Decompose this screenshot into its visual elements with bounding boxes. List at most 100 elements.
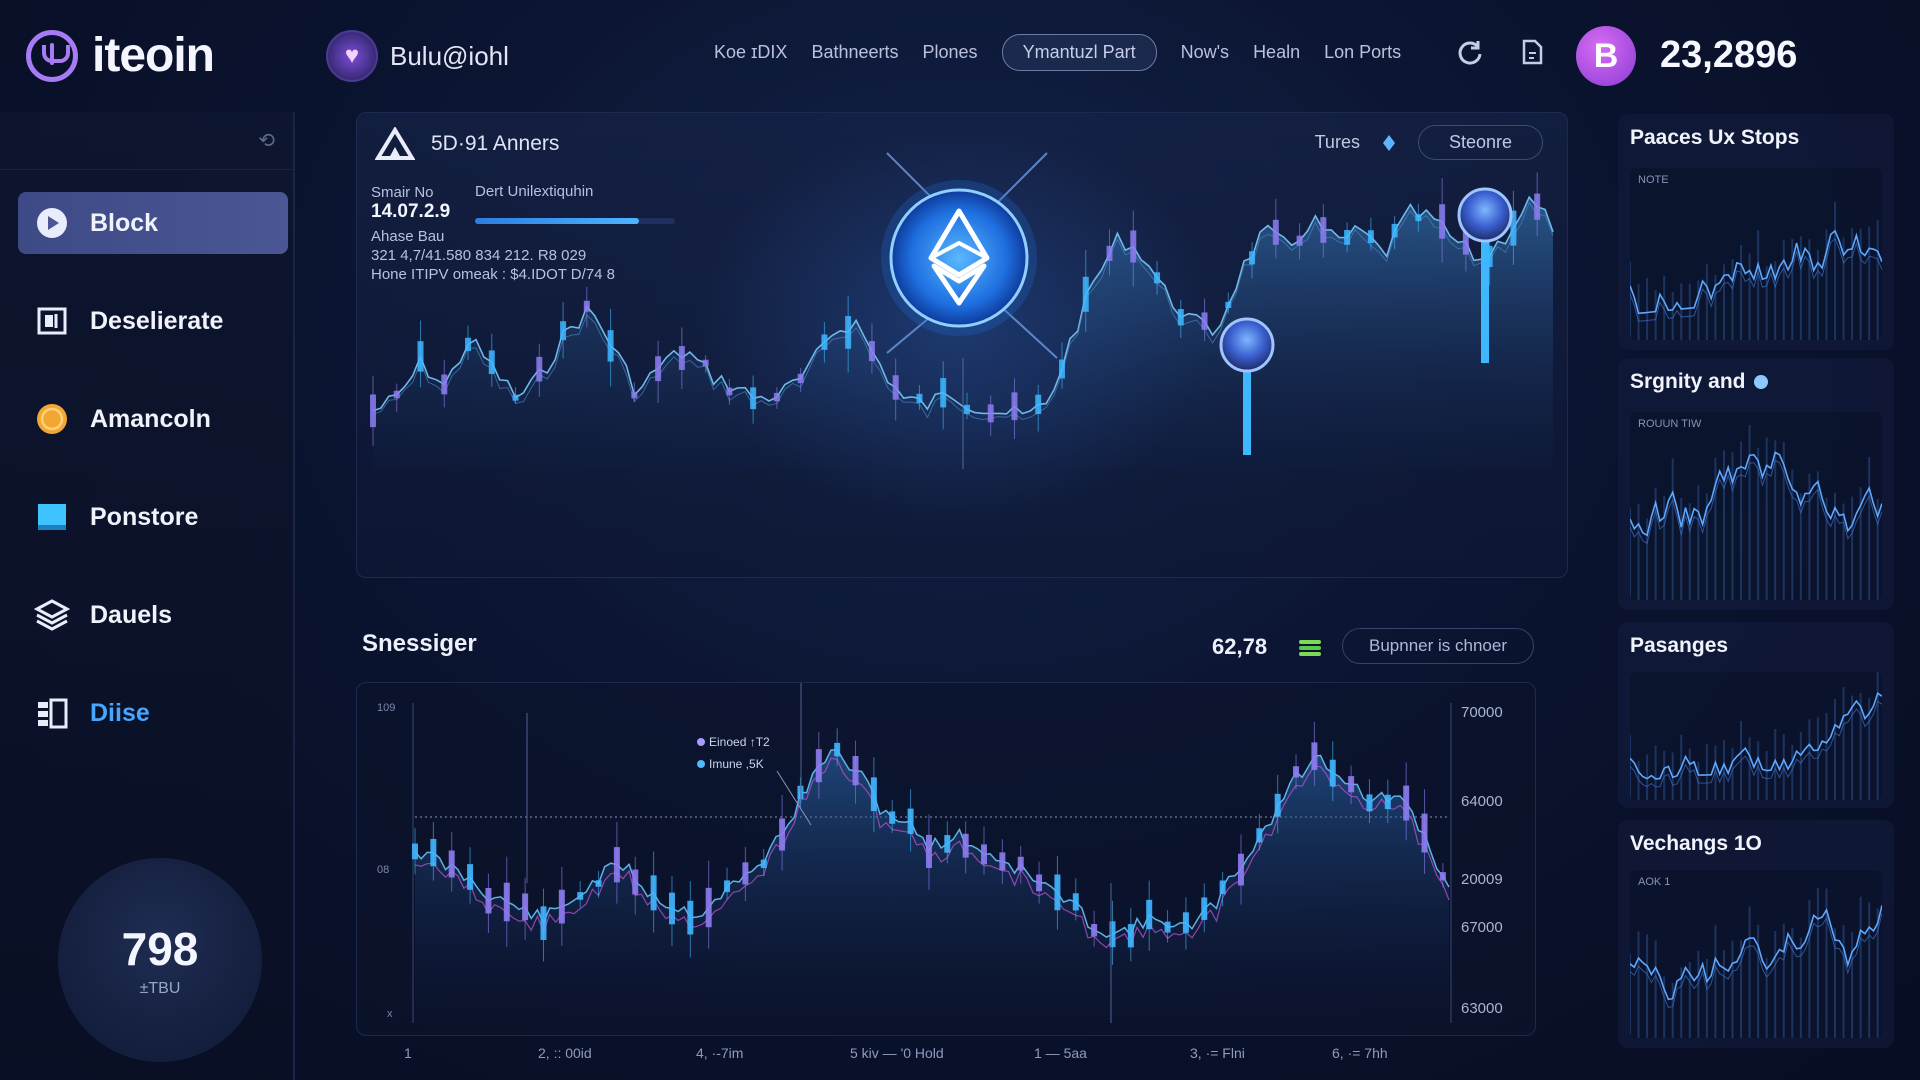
balance-value: 23,2896: [1660, 34, 1798, 76]
sidebar-item-dauels[interactable]: Dauels: [18, 584, 288, 646]
candle: [522, 893, 529, 921]
balance-coin-icon[interactable]: B: [1576, 26, 1636, 86]
mini-chart[interactable]: AOK 1: [1630, 870, 1882, 1038]
candle: [577, 892, 584, 900]
candle: [485, 887, 492, 914]
stat-label: Ahase Bau: [371, 228, 445, 245]
sidebar-item-deselierate[interactable]: Deselierate: [18, 290, 288, 352]
top-bar: iteoin ♥ Bulu@iohl Koe ɪDIX Bathneerts P…: [0, 0, 1920, 110]
steonre-button[interactable]: Steonre: [1417, 125, 1543, 160]
collapse-icon[interactable]: ⟲: [258, 128, 275, 153]
nav-item-active[interactable]: Ymantuzl Part: [1001, 34, 1157, 71]
candle: [448, 850, 455, 878]
candle: [1439, 872, 1446, 881]
stat-progress-fill: [475, 218, 639, 224]
nav-item[interactable]: Now's: [1181, 42, 1229, 63]
refresh-icon[interactable]: [1456, 38, 1484, 66]
chart-node-icon[interactable]: [1219, 317, 1275, 373]
candle: [1201, 897, 1208, 920]
document-icon: [34, 303, 70, 339]
candle: [467, 864, 474, 890]
candle: [944, 835, 951, 853]
candle: [1462, 227, 1469, 255]
sidebar-item-label: Ponstore: [90, 502, 199, 531]
tures-label[interactable]: Tures: [1315, 132, 1360, 153]
candle: [1256, 828, 1263, 843]
candle: [962, 833, 969, 858]
candle: [1348, 776, 1355, 793]
candle: [1384, 794, 1391, 810]
nav-item[interactable]: Koe ɪDIX: [714, 42, 787, 63]
candle: [916, 393, 923, 404]
user-profile[interactable]: ♥ Bulu@iohl: [326, 30, 509, 82]
x-tick-label: 3, ·= Flni: [1190, 1045, 1245, 1061]
lower-chart-legend: Einoed ↑T2 Imune ,5K: [697, 735, 812, 826]
mini-chart-svg: [1630, 201, 1882, 340]
main-chart-tools: Tures Steonre: [1315, 125, 1543, 160]
nav-item[interactable]: Plones: [923, 42, 978, 63]
ethereum-icon[interactable]: [881, 152, 1058, 359]
candle: [821, 334, 828, 350]
sidebar-item-amancoln[interactable]: Amancoln: [18, 388, 288, 450]
sidebar-item-label: Dauels: [90, 600, 172, 629]
gauge-label: ±TBU: [139, 980, 181, 997]
x-axis: 1 2, :: 00id 4, ·-7im 5 kiv — '0 Hold 1 …: [404, 1045, 1388, 1061]
chart-node-icon[interactable]: [1457, 187, 1513, 243]
candle: [1320, 217, 1327, 243]
candle: [1293, 766, 1300, 778]
candle: [370, 394, 376, 428]
sidebar-item-block[interactable]: Block: [18, 192, 288, 254]
candle: [1082, 276, 1089, 312]
candle: [1367, 230, 1374, 244]
candle: [1154, 272, 1161, 284]
candle: [779, 818, 786, 851]
candle: [1127, 924, 1134, 948]
candle: [1237, 853, 1244, 886]
mini-chart[interactable]: ROUUN TIW: [1630, 412, 1882, 600]
mini-chart[interactable]: [1630, 672, 1882, 800]
candle: [1219, 880, 1226, 895]
candle: [892, 375, 899, 400]
right-panel: Vechangs 1O AOK 1: [1618, 820, 1894, 1048]
candle: [441, 374, 448, 395]
y-tick-label: x: [387, 1008, 393, 1020]
lower-chart-button[interactable]: Bupnner is chnoer: [1342, 628, 1534, 664]
mini-chart[interactable]: NOTE: [1630, 168, 1882, 340]
user-name: Bulu@iohl: [390, 40, 509, 71]
sidebar-item-ponstore[interactable]: Ponstore: [18, 486, 288, 548]
candle: [631, 391, 638, 399]
candle: [1106, 245, 1113, 261]
nav-item[interactable]: Bathneerts: [811, 42, 898, 63]
candle: [742, 862, 749, 885]
y-tick-label: 08: [377, 864, 389, 876]
candle: [797, 373, 804, 384]
play-icon: [34, 205, 70, 241]
candle: [1164, 921, 1171, 933]
y-tick-label: 64000: [1461, 793, 1503, 810]
sidebar-item-diise[interactable]: Diise: [18, 682, 288, 744]
app-logo[interactable]: iteoin: [26, 28, 215, 83]
mini-chart-label: NOTE: [1638, 174, 1669, 186]
y-tick-label: 109: [377, 702, 395, 714]
info-dot-icon[interactable]: [1753, 375, 1768, 390]
mini-chart-svg: [1630, 888, 1882, 1038]
candle: [687, 900, 694, 935]
list-icon: [34, 695, 70, 731]
candle: [1311, 742, 1318, 770]
diamond-icon[interactable]: [1382, 134, 1396, 152]
candle: [1274, 793, 1281, 817]
stat-progress-bar: [475, 218, 675, 224]
candle: [1391, 223, 1398, 238]
main-chart-header: 5D·91 Anners: [375, 127, 559, 161]
candle: [607, 330, 614, 362]
candle: [1109, 921, 1116, 948]
nav-item[interactable]: Lon Ports: [1324, 42, 1401, 63]
candle: [999, 852, 1006, 871]
x-tick-label: 6, ·= 7hh: [1332, 1045, 1388, 1061]
candle: [1091, 923, 1098, 937]
right-panel-title: Paaces Ux Stops: [1630, 126, 1800, 149]
mini-chart-label: ROUUN TIW: [1638, 418, 1702, 430]
document-icon[interactable]: [1518, 38, 1546, 66]
nav-item[interactable]: Healn: [1253, 42, 1300, 63]
layers-icon: [34, 597, 70, 633]
